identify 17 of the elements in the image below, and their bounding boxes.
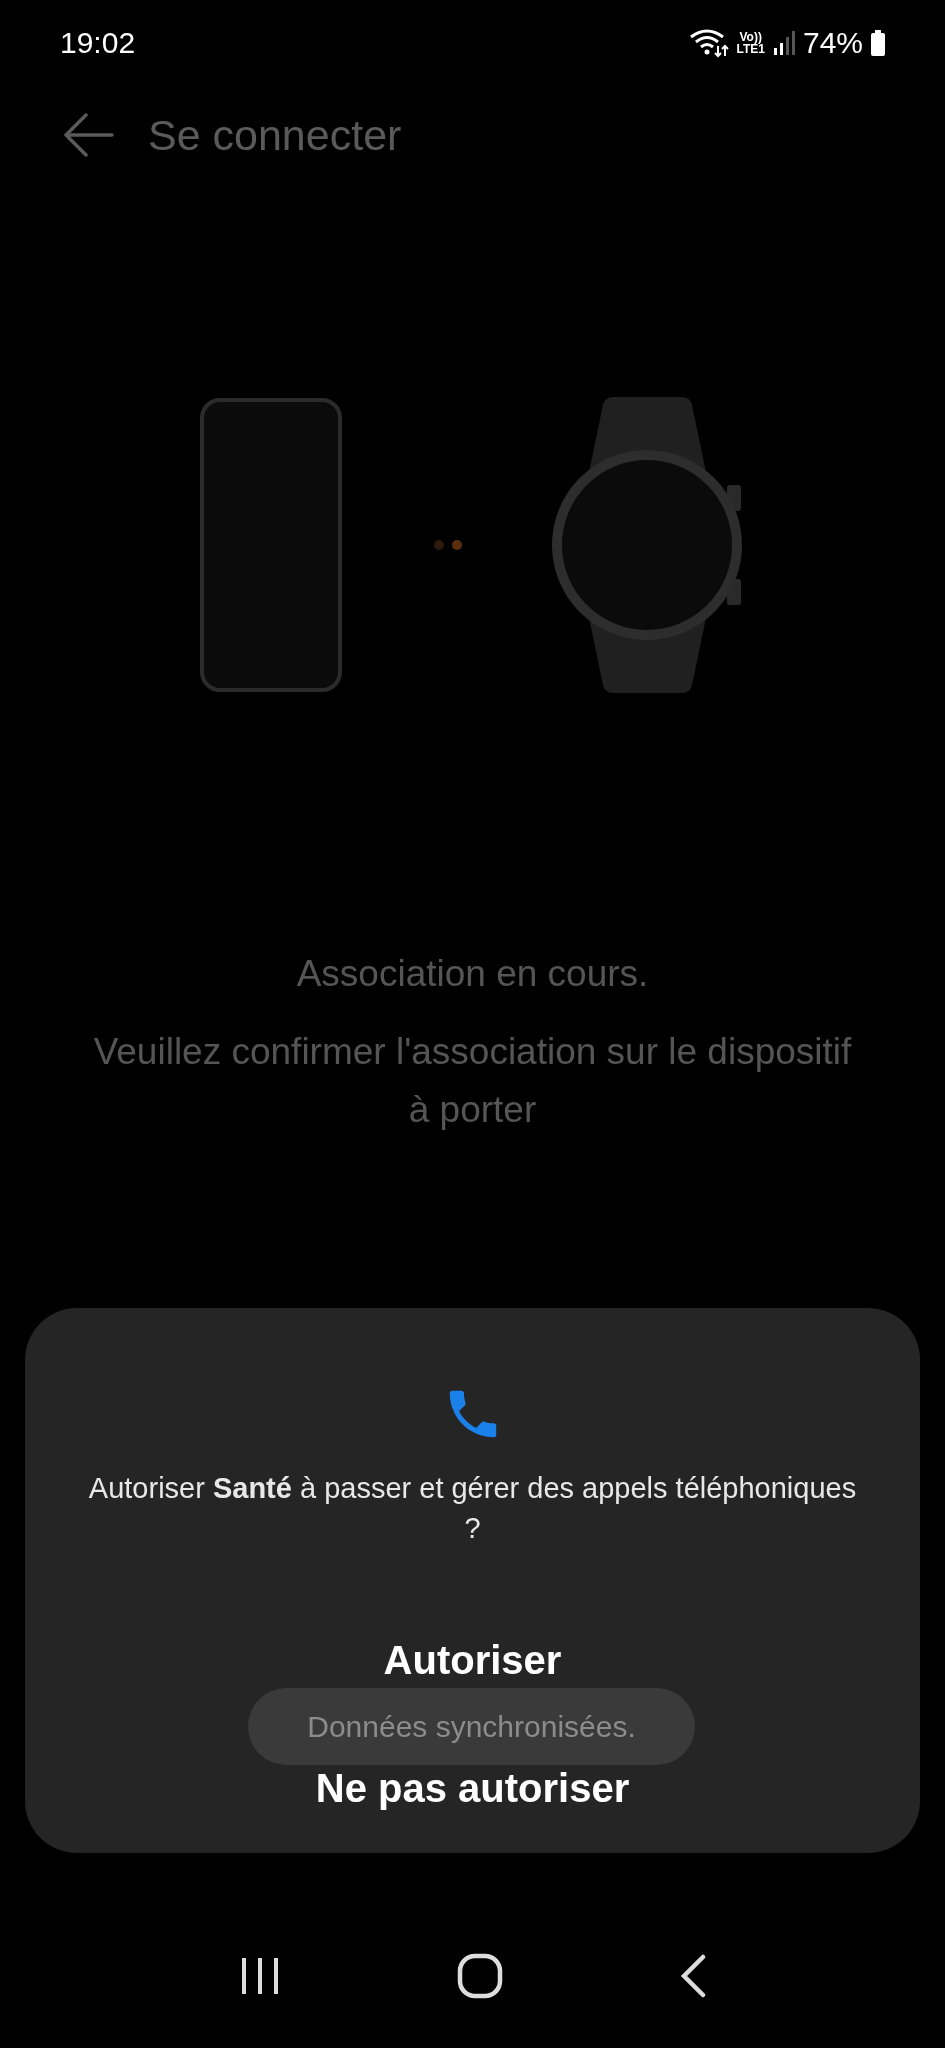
pairing-status: Association en cours. <box>295 952 650 996</box>
clock-time: 19:02 <box>60 25 137 60</box>
volte-label: Vo)) <box>739 30 762 43</box>
toast-message: Données synchronisées. <box>248 1688 695 1765</box>
permission-message: Autoriser Santé à passer et gérer des appels téléphoniques ? <box>87 1471 858 1546</box>
pairing-instruction: Veuillez confirmer l'association sur le dispositif à porter <box>92 1030 853 1132</box>
battery-percent: 74% <box>802 25 863 60</box>
page-title: Se connecter <box>148 110 402 160</box>
deny-button[interactable]: Ne pas autoriser <box>305 1763 640 1813</box>
wifi-icon <box>688 27 729 58</box>
back-nav-button[interactable] <box>679 1953 708 1998</box>
signal-icon <box>772 30 795 55</box>
sim-label: LTE1 <box>736 42 765 55</box>
battery-icon <box>871 29 885 56</box>
back-button[interactable] <box>62 113 114 157</box>
home-button[interactable] <box>457 1952 504 1999</box>
allow-button[interactable]: Autoriser <box>373 1635 572 1685</box>
